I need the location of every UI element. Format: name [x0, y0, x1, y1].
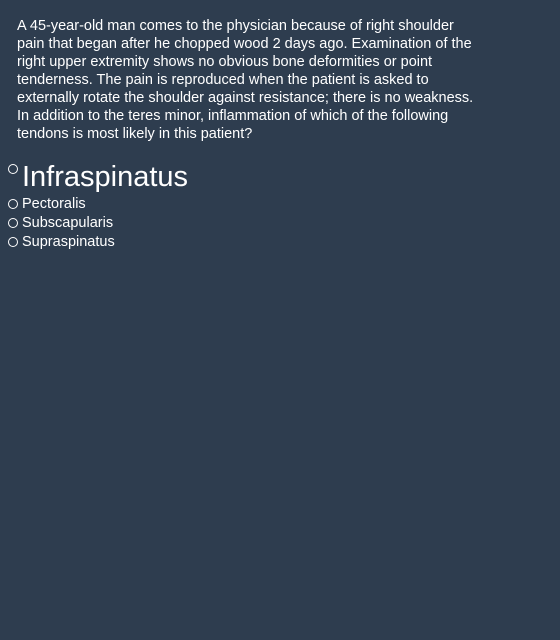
question-panel: A 45-year-old man comes to the physician…: [0, 0, 560, 640]
option-subscapularis[interactable]: Subscapularis: [8, 214, 548, 233]
option-label: Pectoralis: [22, 196, 86, 212]
option-infraspinatus[interactable]: Infraspinatus: [8, 160, 548, 194]
radio-button[interactable]: [8, 164, 18, 174]
question-stem: A 45-year-old man comes to the physician…: [17, 18, 474, 142]
option-label: Subscapularis: [22, 215, 114, 231]
option-label: Infraspinatus: [22, 161, 189, 193]
radio-button[interactable]: [8, 199, 18, 209]
option-label: Supraspinatus: [22, 234, 115, 250]
option-pectoralis[interactable]: Pectoralis: [8, 195, 548, 214]
answer-options: Infraspinatus Pectoralis Subscapularis S…: [8, 160, 548, 252]
radio-button[interactable]: [8, 237, 18, 247]
option-supraspinatus[interactable]: Supraspinatus: [8, 233, 548, 252]
radio-button[interactable]: [8, 218, 18, 228]
